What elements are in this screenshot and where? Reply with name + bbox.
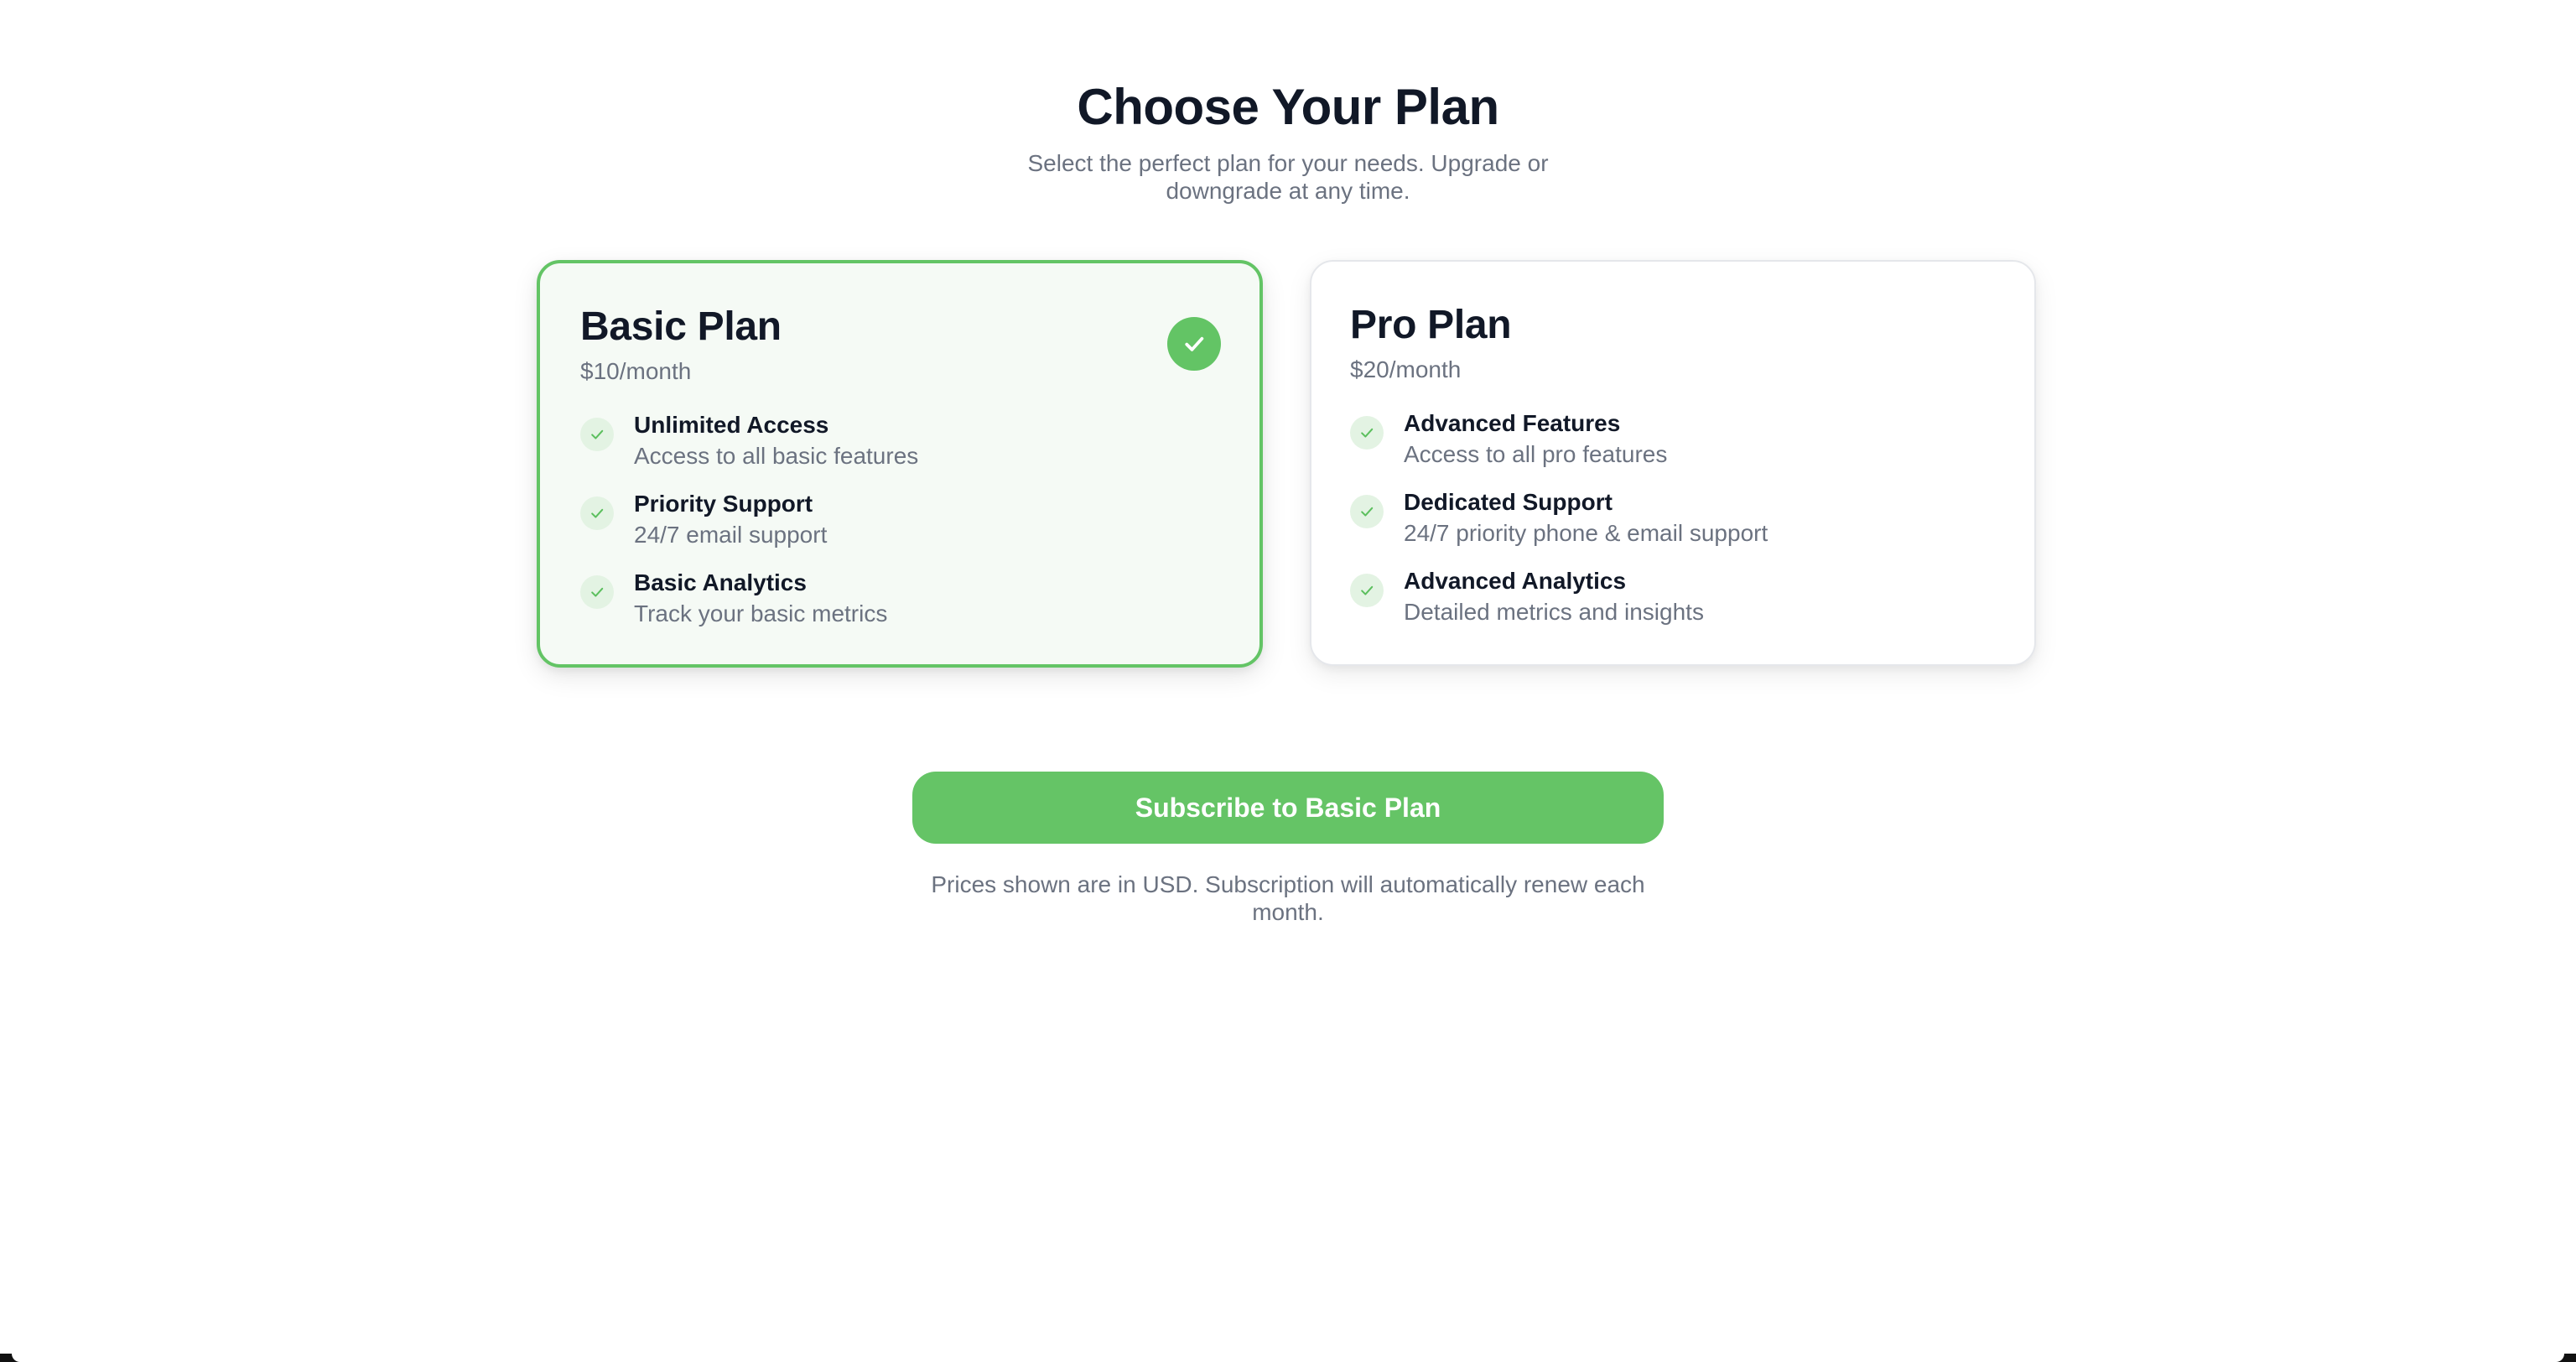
check-circle-icon (1167, 317, 1221, 371)
feature-description: 24/7 priority phone & email support (1404, 520, 1768, 546)
pricing-footnote: Prices shown are in USD. Subscription wi… (931, 871, 1645, 925)
feature-description: Access to all pro features (1404, 441, 1668, 467)
feature-description: 24/7 email support (634, 522, 828, 548)
feature-title: Advanced Features (1404, 410, 1621, 436)
check-icon (1350, 416, 1384, 450)
plan-card-basic[interactable]: Basic Plan $10/month Unlimited Access Ac… (537, 260, 1263, 668)
plan-price: $20/month (1350, 356, 1462, 382)
feature-description: Track your basic metrics (634, 600, 888, 626)
pricing-page: Choose Your Plan Select the perfect plan… (0, 0, 2576, 1362)
subscribe-button[interactable]: Subscribe to Basic Plan (912, 772, 1664, 844)
feature-item: Basic Analytics Track your basic metrics (580, 569, 1218, 647)
feature-item: Advanced Analytics Detailed metrics and … (1350, 567, 1987, 646)
page-subtitle: Select the perfect plan for your needs. … (1027, 150, 1549, 204)
feature-title: Dedicated Support (1404, 489, 1613, 515)
page-title: Choose Your Plan (1077, 79, 1499, 135)
feature-item: Advanced Features Access to all pro feat… (1350, 409, 1987, 488)
window-bottom-edge (0, 1354, 2576, 1362)
check-icon (580, 575, 614, 609)
feature-list: Advanced Features Access to all pro feat… (1350, 409, 1987, 646)
feature-title: Priority Support (634, 491, 813, 517)
check-icon (1350, 574, 1384, 607)
check-icon (580, 418, 614, 451)
feature-item: Unlimited Access Access to all basic fea… (580, 411, 1218, 490)
plan-name: Pro Plan (1350, 303, 1512, 347)
plan-card-pro[interactable]: Pro Plan $20/month Advanced Features Acc… (1310, 260, 2036, 666)
plan-price: $10/month (580, 358, 692, 384)
feature-title: Advanced Analytics (1404, 568, 1627, 594)
feature-list: Unlimited Access Access to all basic fea… (580, 411, 1218, 647)
feature-title: Unlimited Access (634, 412, 829, 438)
plan-name: Basic Plan (580, 304, 782, 349)
feature-description: Detailed metrics and insights (1404, 599, 1704, 625)
check-icon (1350, 495, 1384, 528)
check-icon (1185, 336, 1204, 351)
feature-description: Access to all basic features (634, 443, 919, 469)
feature-item: Priority Support 24/7 email support (580, 490, 1218, 569)
feature-title: Basic Analytics (634, 569, 807, 595)
check-icon (580, 496, 614, 530)
feature-item: Dedicated Support 24/7 priority phone & … (1350, 488, 1987, 567)
